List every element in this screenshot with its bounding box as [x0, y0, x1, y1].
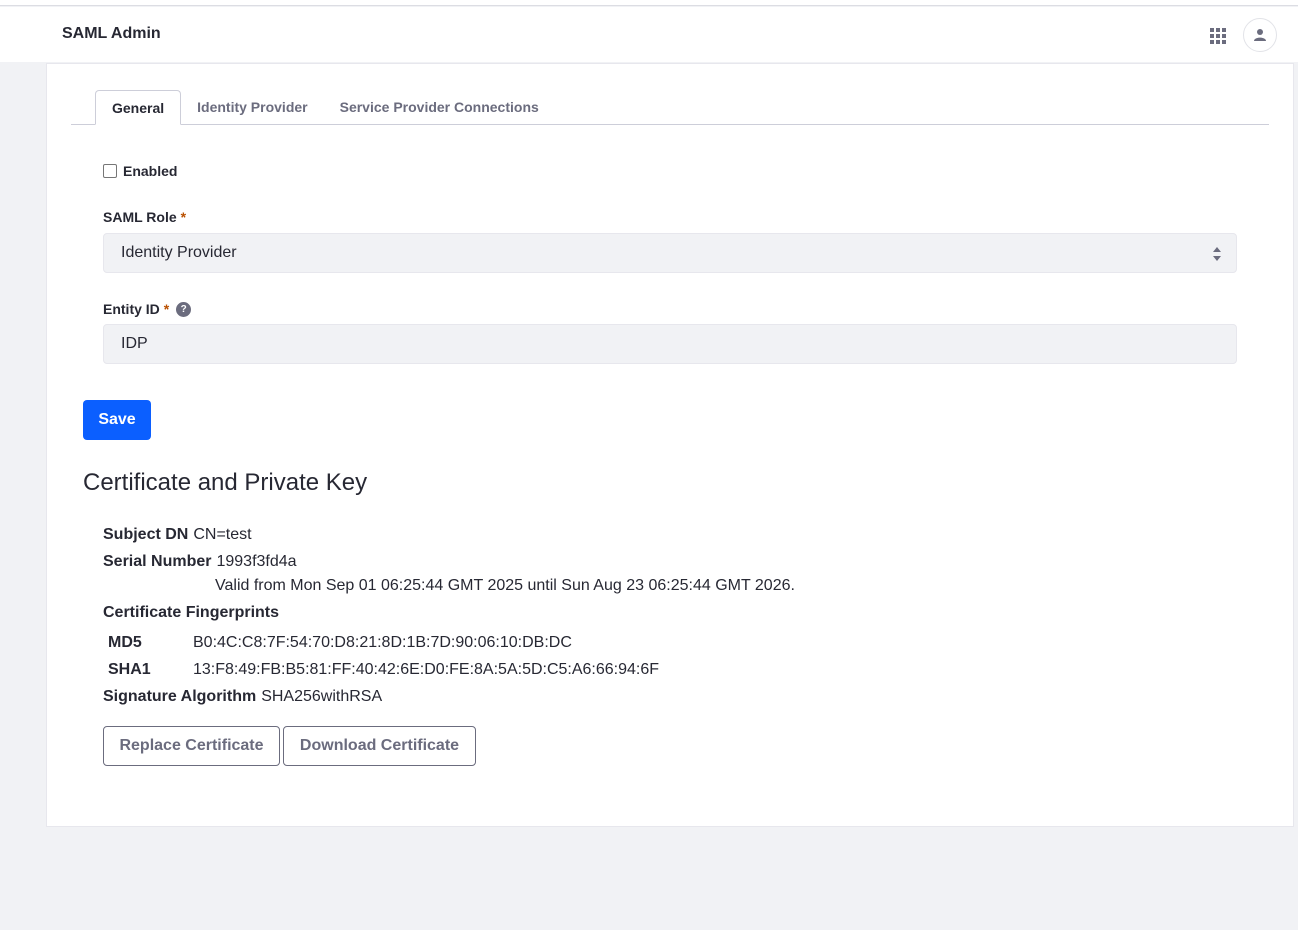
enabled-field: Enabled: [103, 163, 177, 179]
serial-number-row: Serial Number 1993f3fd4a: [103, 553, 297, 571]
required-mark: *: [180, 209, 187, 225]
saml-role-select[interactable]: Identity Provider: [103, 233, 1237, 273]
md5-value: B0:4C:C8:7F:54:70:D8:21:8D:1B:7D:90:06:1…: [193, 634, 572, 651]
entity-id-label-text: Entity ID: [103, 301, 160, 317]
entity-id-value: IDP: [121, 335, 148, 352]
required-mark: *: [163, 301, 170, 317]
download-certificate-button[interactable]: Download Certificate: [283, 726, 476, 766]
save-button[interactable]: Save: [83, 400, 151, 440]
subject-dn-value: CN=test: [193, 526, 252, 543]
sha1-row: SHA1 13:F8:49:FB:B5:81:FF:40:42:6E:D0:FE:…: [108, 661, 659, 679]
entity-id-input[interactable]: IDP: [103, 324, 1237, 364]
fingerprints-heading: Certificate Fingerprints: [103, 604, 284, 622]
tab-general[interactable]: General: [95, 90, 182, 125]
saml-role-label-text: SAML Role: [103, 209, 177, 225]
serial-number-label: Serial Number: [103, 553, 212, 570]
certificate-section-title: Certificate and Private Key: [83, 469, 368, 496]
tab-identity-provider[interactable]: Identity Provider: [181, 90, 323, 124]
apps-grid-icon[interactable]: [1208, 26, 1228, 46]
validity-text: Valid from Mon Sep 01 06:25:44 GMT 2025 …: [215, 577, 795, 594]
sha1-label: SHA1: [108, 661, 151, 678]
signature-algorithm-value: SHA256withRSA: [261, 688, 383, 705]
serial-number-value: 1993f3fd4a: [216, 553, 297, 570]
user-avatar-button[interactable]: [1243, 18, 1277, 52]
help-icon[interactable]: ?: [176, 301, 192, 317]
main-card: General Identity Provider Service Provid…: [46, 63, 1294, 827]
md5-label: MD5: [108, 634, 142, 651]
subject-dn-row: Subject DN CN=test: [103, 526, 252, 544]
user-icon: [1254, 29, 1266, 41]
entity-id-label: Entity ID * ?: [103, 301, 192, 317]
tab-bar: General Identity Provider Service Provid…: [71, 90, 1269, 125]
signature-algorithm-label: Signature Algorithm: [103, 688, 257, 705]
app-header: SAML Admin: [0, 7, 1298, 62]
top-border: [0, 0, 1298, 6]
tab-service-provider-connections[interactable]: Service Provider Connections: [324, 90, 555, 124]
subject-dn-label: Subject DN: [103, 526, 189, 543]
replace-certificate-button[interactable]: Replace Certificate: [103, 726, 280, 766]
saml-role-label: SAML Role *: [103, 209, 186, 225]
sha1-value: 13:F8:49:FB:B5:81:FF:40:42:6E:D0:FE:8A:5…: [193, 661, 660, 678]
saml-role-value: Identity Provider: [121, 244, 237, 261]
signature-algorithm-row: Signature Algorithm SHA256withRSA: [103, 688, 382, 706]
enabled-label: Enabled: [123, 163, 178, 179]
enabled-checkbox[interactable]: [103, 164, 117, 178]
app-title: SAML Admin: [62, 25, 161, 42]
select-arrows-icon: [1213, 247, 1221, 261]
md5-row: MD5 B0:4C:C8:7F:54:70:D8:21:8D:1B:7D:90:0…: [108, 634, 572, 652]
fingerprints-label: Certificate Fingerprints: [103, 604, 280, 621]
